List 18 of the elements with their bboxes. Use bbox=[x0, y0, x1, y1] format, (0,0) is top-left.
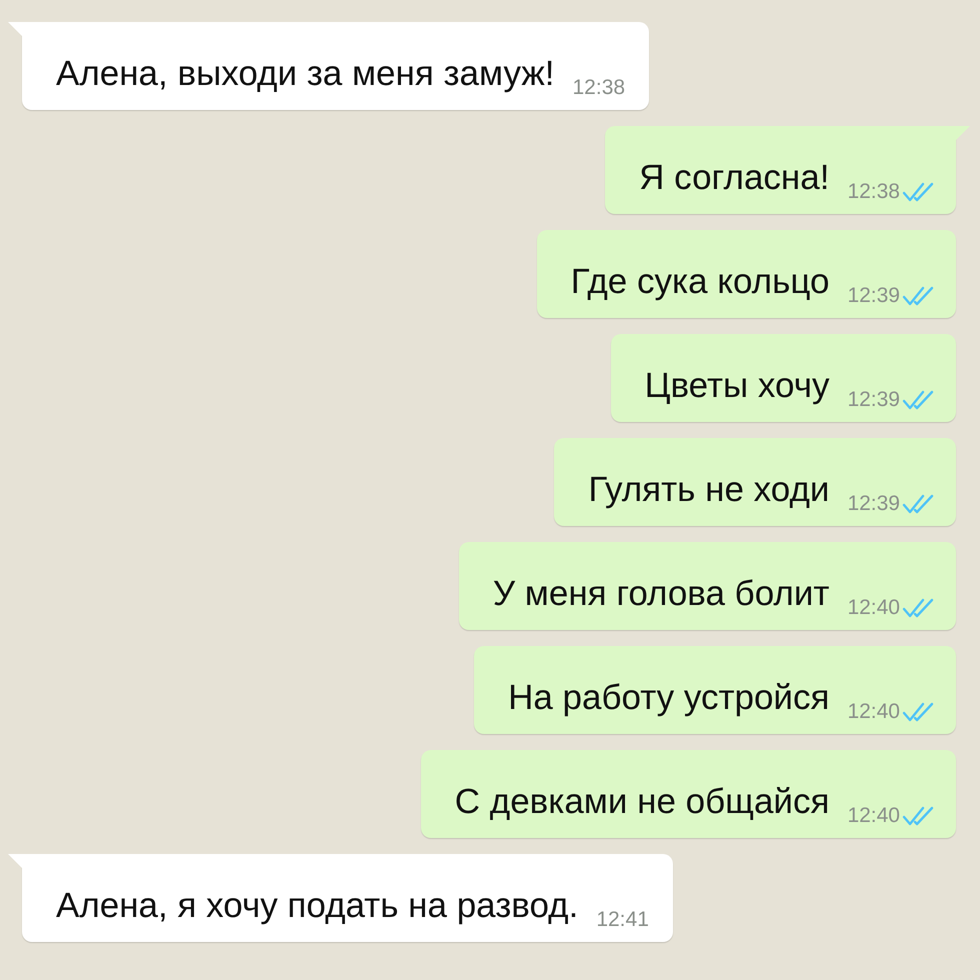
message-time: 12:38 bbox=[572, 76, 626, 100]
message-time: 12:40 bbox=[847, 804, 900, 828]
message-text: Я согласна! bbox=[639, 157, 830, 199]
message-time: 12:39 bbox=[847, 388, 900, 412]
message-text: С девками не общайся bbox=[454, 781, 830, 823]
message-text: У меня голова болит bbox=[492, 573, 830, 615]
message-text: На работу устройся bbox=[508, 677, 830, 719]
message-text: Алена, выходи за меня замуж! bbox=[56, 53, 554, 95]
message-time: 12:41 bbox=[596, 908, 649, 932]
message-time: 12:39 bbox=[847, 284, 900, 308]
message-text: Алена, я хочу подать на развод. bbox=[56, 885, 578, 927]
message-text: Где сука кольцо bbox=[570, 261, 830, 303]
message-time: 12:38 bbox=[847, 180, 900, 204]
message-text: Гулять не ходи bbox=[588, 469, 830, 511]
message-time: 12:40 bbox=[847, 596, 900, 620]
message-time: 12:39 bbox=[847, 492, 900, 516]
message-time: 12:40 bbox=[847, 700, 900, 724]
message-text: Цветы хочу bbox=[644, 365, 830, 407]
